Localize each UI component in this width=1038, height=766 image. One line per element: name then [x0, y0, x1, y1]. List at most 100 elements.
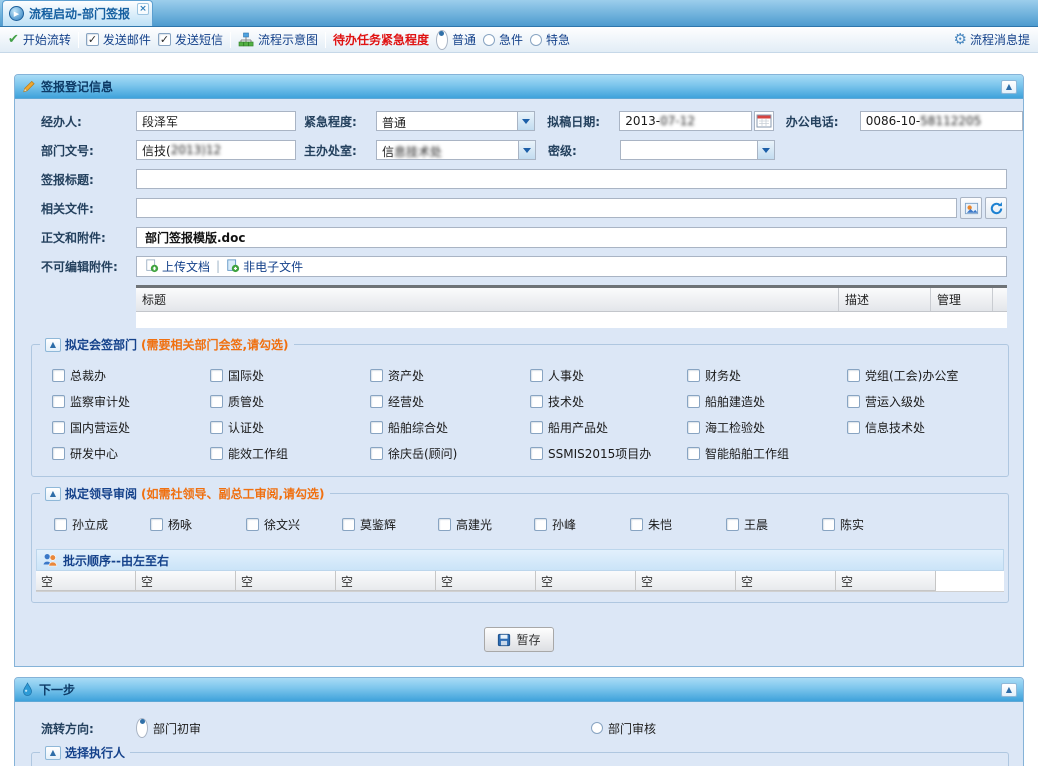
non-electronic-button[interactable]: 非电子文件: [226, 258, 303, 275]
date-input[interactable]: 2013-07-12: [619, 111, 751, 131]
urgency-select[interactable]: 普通: [376, 111, 535, 131]
dept-checkbox-item[interactable]: 国际处: [210, 367, 370, 384]
checkbox-icon[interactable]: [687, 421, 700, 434]
order-slot[interactable]: 空: [636, 571, 736, 591]
radio-icon[interactable]: [483, 34, 495, 46]
agent-input[interactable]: [136, 111, 296, 131]
calendar-icon[interactable]: [754, 111, 774, 131]
leader-checkbox-item[interactable]: 朱恺: [630, 516, 726, 533]
title-input[interactable]: [136, 169, 1007, 189]
order-slot[interactable]: 空: [736, 571, 836, 591]
checkbox-icon[interactable]: [246, 518, 259, 531]
urgency-radio-express[interactable]: 特急: [530, 31, 570, 48]
dept-checkbox-item[interactable]: 智能船舶工作组: [687, 445, 847, 462]
column-header-title[interactable]: 标题: [136, 288, 839, 311]
radio-icon[interactable]: [436, 30, 448, 50]
checkbox-icon[interactable]: [86, 33, 99, 46]
dept-checkbox-item[interactable]: 资产处: [370, 367, 530, 384]
order-slot[interactable]: 空: [36, 571, 136, 591]
dept-checkbox-item[interactable]: 船用产品处: [530, 419, 687, 436]
checkbox-icon[interactable]: [822, 518, 835, 531]
direction-radio-dept-audit[interactable]: 部门审核: [591, 720, 656, 737]
body-file-link[interactable]: 部门签报模版.doc: [145, 229, 246, 246]
direction-radio-first-review[interactable]: 部门初审: [136, 718, 201, 738]
checkbox-icon[interactable]: [52, 421, 65, 434]
dept-checkbox-item[interactable]: 研发中心: [52, 445, 210, 462]
secret-select[interactable]: [620, 140, 775, 160]
checkbox-icon[interactable]: [52, 369, 65, 382]
checkbox-icon[interactable]: [210, 447, 223, 460]
dept-checkbox-item[interactable]: 总裁办: [52, 367, 210, 384]
column-header-desc[interactable]: 描述: [839, 288, 931, 311]
leader-checkbox-item[interactable]: 王晨: [726, 516, 822, 533]
leader-checkbox-item[interactable]: 徐文兴: [246, 516, 342, 533]
start-flow-button[interactable]: ✔ 开始流转: [8, 31, 71, 48]
checkbox-icon[interactable]: [438, 518, 451, 531]
process-message-button[interactable]: ⚙ 流程消息提: [954, 31, 1030, 48]
checkbox-icon[interactable]: [210, 421, 223, 434]
dept-checkbox-item[interactable]: 信息技术处: [847, 419, 1008, 436]
column-header-manage[interactable]: 管理: [931, 288, 993, 311]
checkbox-icon[interactable]: [530, 395, 543, 408]
dept-checkbox-item[interactable]: 经营处: [370, 393, 530, 410]
phone-input[interactable]: 0086-10-58112205: [860, 111, 1023, 131]
order-slot[interactable]: 空: [336, 571, 436, 591]
checkbox-icon[interactable]: [370, 447, 383, 460]
dept-checkbox-item[interactable]: SSMIS2015项目办: [530, 445, 687, 462]
dept-checkbox-item[interactable]: 营运入级处: [847, 393, 1008, 410]
checkbox-icon[interactable]: [52, 447, 65, 460]
leader-checkbox-item[interactable]: 莫鉴辉: [342, 516, 438, 533]
checkbox-icon[interactable]: [210, 369, 223, 382]
dept-checkbox-item[interactable]: 徐庆岳(顾问): [370, 445, 530, 462]
close-icon[interactable]: ×: [137, 3, 149, 15]
collapse-section-icon[interactable]: ▲: [45, 487, 61, 501]
order-slot[interactable]: 空: [136, 571, 236, 591]
checkbox-icon[interactable]: [530, 369, 543, 382]
dept-checkbox-item[interactable]: 船舶建造处: [687, 393, 847, 410]
checkbox-icon[interactable]: [370, 395, 383, 408]
checkbox-icon[interactable]: [342, 518, 355, 531]
radio-icon[interactable]: [591, 722, 603, 734]
collapse-panel-icon[interactable]: ▲: [1001, 80, 1017, 94]
checkbox-icon[interactable]: [726, 518, 739, 531]
dept-checkbox-item[interactable]: 国内营运处: [52, 419, 210, 436]
leader-checkbox-item[interactable]: 孙峰: [534, 516, 630, 533]
collapse-section-icon[interactable]: ▲: [45, 746, 61, 760]
order-slot[interactable]: 空: [436, 571, 536, 591]
dept-checkbox-item[interactable]: 认证处: [210, 419, 370, 436]
dept-checkbox-item[interactable]: 财务处: [687, 367, 847, 384]
radio-icon[interactable]: [136, 718, 148, 738]
dept-checkbox-item[interactable]: 人事处: [530, 367, 687, 384]
order-slot[interactable]: 空: [236, 571, 336, 591]
send-mail-checkbox[interactable]: 发送邮件: [86, 31, 151, 48]
dept-checkbox-item[interactable]: 能效工作组: [210, 445, 370, 462]
send-sms-checkbox[interactable]: 发送短信: [158, 31, 223, 48]
checkbox-icon[interactable]: [630, 518, 643, 531]
checkbox-icon[interactable]: [687, 369, 700, 382]
docno-input[interactable]: 信技(2013)12: [136, 140, 296, 160]
refresh-icon[interactable]: [985, 197, 1007, 219]
checkbox-icon[interactable]: [150, 518, 163, 531]
checkbox-icon[interactable]: [210, 395, 223, 408]
flow-diagram-button[interactable]: 流程示意图: [238, 31, 318, 48]
upload-doc-button[interactable]: 上传文档: [145, 258, 210, 275]
urgency-radio-urgent[interactable]: 急件: [483, 31, 523, 48]
checkbox-icon[interactable]: [847, 369, 860, 382]
urgency-radio-normal[interactable]: 普通: [436, 30, 476, 50]
dept-checkbox-item[interactable]: 船舶综合处: [370, 419, 530, 436]
dept-checkbox-item[interactable]: 党组(工会)办公室: [847, 367, 1008, 384]
checkbox-icon[interactable]: [847, 395, 860, 408]
checkbox-icon[interactable]: [847, 421, 860, 434]
order-slot[interactable]: 空: [536, 571, 636, 591]
dept-checkbox-item[interactable]: 监察审计处: [52, 393, 210, 410]
office-select[interactable]: 信息技术处: [376, 140, 536, 160]
order-slot[interactable]: 空: [836, 571, 936, 591]
leader-checkbox-item[interactable]: 孙立成: [54, 516, 150, 533]
tab-process-start[interactable]: ▶ 流程启动-部门签报 ×: [2, 0, 153, 26]
checkbox-icon[interactable]: [54, 518, 67, 531]
radio-icon[interactable]: [530, 34, 542, 46]
related-file-input[interactable]: [136, 198, 957, 218]
leader-checkbox-item[interactable]: 高建光: [438, 516, 534, 533]
leader-checkbox-item[interactable]: 杨咏: [150, 516, 246, 533]
dept-checkbox-item[interactable]: 技术处: [530, 393, 687, 410]
